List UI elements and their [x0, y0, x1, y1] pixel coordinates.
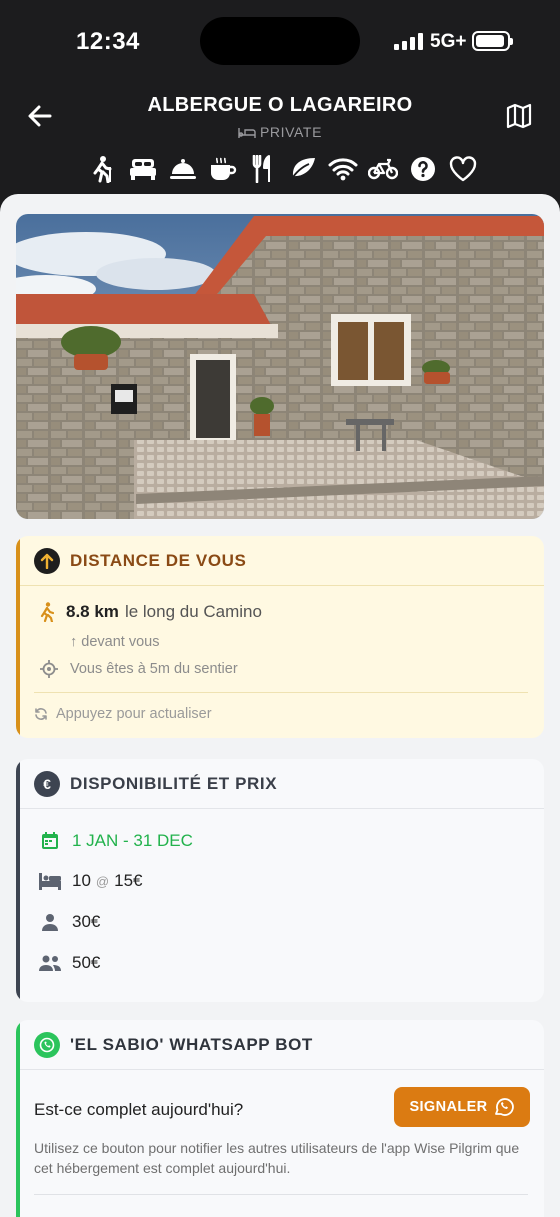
distance-suffix: le long du Camino	[124, 602, 262, 621]
dynamic-island	[200, 17, 360, 65]
whatsapp-bot-card: 'EL SABIO' WHATSAPP BOT Est-ce complet a…	[16, 1020, 544, 1217]
report-description: Utilisez ce bouton pour notifier les aut…	[34, 1140, 520, 1176]
beds-count: 10	[72, 871, 91, 890]
dorm-price: 15€	[114, 871, 143, 890]
crosshair-icon	[40, 660, 58, 678]
calendar-icon	[38, 831, 62, 851]
double-price: 50€	[72, 953, 101, 972]
card-header: DISTANCE DE VOUS	[16, 536, 544, 586]
report-full-button[interactable]: SIGNALER	[394, 1087, 530, 1127]
bed-small-icon	[238, 128, 256, 138]
map-icon[interactable]	[505, 102, 533, 130]
single-price: 30€	[72, 912, 101, 931]
refresh-icon	[35, 708, 47, 720]
distance-card[interactable]: DISTANCE DE VOUS 8.8 km le long du Camin…	[16, 536, 544, 738]
whatsapp-icon	[494, 1098, 514, 1116]
content-sheet: DISTANCE DE VOUS 8.8 km le long du Camin…	[0, 194, 560, 1217]
direction-text: ↑ devant vous	[70, 634, 160, 650]
trail-offset-row: Vous êtes à 5m du sentier	[40, 660, 238, 678]
amenities-row	[88, 154, 478, 184]
battery-icon	[472, 31, 513, 51]
arrow-up-icon	[34, 547, 60, 574]
albergue-photo[interactable]	[16, 214, 544, 519]
season-dates: 1 JAN - 31 DEC	[72, 831, 193, 850]
header: ALBERGUE O LAGAREIRO PRIVATE	[0, 84, 560, 194]
divider	[34, 692, 528, 693]
distance-row: 8.8 km le long du Camino	[40, 602, 262, 622]
leaf-icon[interactable]	[288, 154, 318, 184]
heart-icon[interactable]	[448, 154, 478, 184]
cutlery-icon[interactable]	[248, 154, 278, 184]
hiker-icon[interactable]	[88, 154, 118, 184]
distance-value: 8.8 km	[66, 602, 119, 621]
dorm-beds-row: 10 @ 15€	[38, 871, 143, 891]
status-time: 12:34	[76, 28, 140, 55]
card-title: DISTANCE DE VOUS	[70, 550, 247, 570]
coffee-cup-icon[interactable]	[208, 154, 238, 184]
card-accent-bar	[16, 759, 20, 1002]
card-header: 'EL SABIO' WHATSAPP BOT	[16, 1020, 544, 1070]
card-accent-bar	[16, 1020, 20, 1217]
people-icon	[38, 953, 62, 973]
double-room-row: 50€	[38, 953, 100, 973]
page-title: ALBERGUE O LAGAREIRO	[147, 94, 413, 116]
dorm-bed-icon	[38, 872, 62, 890]
trail-offset-text: Vous êtes à 5m du sentier	[70, 661, 238, 677]
cloche-icon[interactable]	[168, 154, 198, 184]
albergue-type: PRIVATE	[0, 124, 560, 140]
report-button-label: SIGNALER	[409, 1099, 488, 1115]
refresh-label: Appuyez pour actualiser	[56, 706, 212, 722]
whatsapp-icon	[34, 1031, 60, 1058]
status-bar: 12:34 5G+	[0, 0, 560, 84]
euro-icon: €	[34, 770, 60, 797]
signal-icon	[394, 32, 423, 50]
full-today-question: Est-ce complet aujourd'hui?	[34, 1100, 244, 1119]
card-title: 'EL SABIO' WHATSAPP BOT	[70, 1034, 313, 1054]
card-accent-bar	[16, 536, 20, 738]
season-dates-row: 1 JAN - 31 DEC	[38, 831, 193, 851]
card-title: DISPONIBILITÉ ET PRIX	[70, 773, 278, 793]
card-header: € DISPONIBILITÉ ET PRIX	[16, 759, 544, 809]
person-icon	[38, 912, 62, 932]
divider	[34, 1194, 528, 1195]
question-icon[interactable]	[408, 154, 438, 184]
single-room-row: 30€	[38, 912, 100, 932]
wifi-icon[interactable]	[328, 154, 358, 184]
at-symbol: @	[95, 873, 110, 889]
availability-card: € DISPONIBILITÉ ET PRIX 1 JAN - 31 DEC 1…	[16, 759, 544, 1002]
bed-icon[interactable]	[128, 154, 158, 184]
refresh-button[interactable]: Appuyez pour actualiser	[34, 706, 212, 722]
walker-icon	[40, 602, 54, 622]
bicycle-icon[interactable]	[368, 154, 398, 184]
network-type: 5G+	[430, 31, 467, 52]
